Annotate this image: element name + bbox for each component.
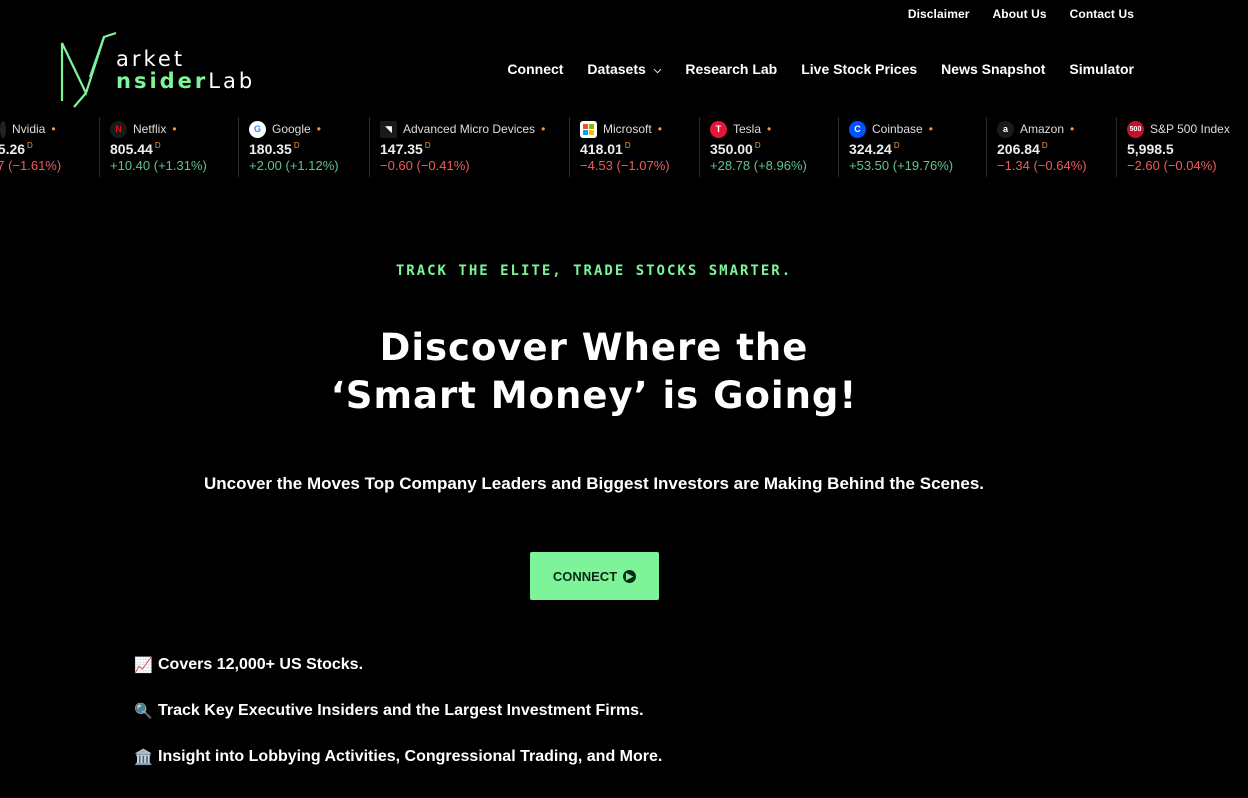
ticker-name: Coinbase (872, 122, 923, 136)
feature-item: 🔍 Track Key Executive Insiders and the L… (134, 701, 662, 721)
ticker-change: −2.60 (−0.04%) (1127, 158, 1217, 173)
ticker-flag: D (27, 141, 33, 151)
contact-us-link[interactable]: Contact Us (1070, 7, 1134, 21)
feature-item: 🏛️ Insight into Lobbying Activities, Con… (134, 747, 662, 767)
ticker-change: −1.34 (−0.64%) (997, 158, 1087, 173)
ticker-item-tesla[interactable]: T Tesla • 350.00 D +28.78 (+8.96%) (699, 117, 807, 177)
connect-cta-label: CONNECT (552, 568, 618, 584)
logo-text-line1: arket (116, 47, 186, 71)
hero-headline: Discover Where the ‘Smart Money’ is Goin… (0, 324, 1188, 420)
ticker-flag: D (1041, 141, 1048, 151)
ticker-change: +53.50 (+19.76%) (849, 158, 954, 173)
nav-datasets[interactable]: Datasets ⌵ (587, 61, 661, 77)
feature-text: Insight into Lobbying Activities, Congre… (158, 748, 663, 765)
ticker-price: 147.35 (380, 141, 423, 157)
ticker-price: 805.44 (110, 141, 153, 157)
chevron-down-icon: ⌵ (653, 64, 662, 76)
feature-list: 📈 Covers 12,000+ US Stocks. 🔍 Track Key … (134, 655, 662, 793)
ticker-price: 206.84 (997, 141, 1040, 157)
nav-live-stock-prices[interactable]: Live Stock Prices (801, 61, 917, 77)
magnifier-icon: 🔍 (134, 703, 153, 720)
ticker-price: 5,998.5 (1127, 141, 1174, 157)
site-logo[interactable]: arket nsiderLab (60, 31, 255, 111)
disclaimer-link[interactable]: Disclaimer (908, 7, 970, 21)
nav-datasets-label: Datasets (587, 61, 646, 77)
ticker-name: Netflix (133, 122, 167, 136)
tesla-icon: T (710, 120, 727, 138)
ticker-change: +28.78 (+8.96%) (710, 158, 807, 173)
ticker-change: −4.53 (−1.07%) (580, 158, 670, 173)
main-nav: Connect Datasets ⌵ Research Lab Live Stoc… (507, 61, 1134, 77)
ticker-item-amazon[interactable]: a Amazon • 206.84 D −1.34 (−0.64%) (986, 117, 1087, 177)
feature-text: Track Key Executive Insiders and the Lar… (158, 702, 644, 719)
nav-research-lab[interactable]: Research Lab (685, 61, 777, 77)
stock-ticker-tape: Nvidia• 45.26D 37 (−1.61%) NNetflix• 805… (0, 117, 1248, 177)
ticker-price: 324.24 (849, 141, 892, 157)
amd-icon: ◥ (380, 120, 397, 138)
coinbase-icon: C (849, 120, 866, 138)
ticker-flag: D (754, 141, 761, 151)
connect-cta-button[interactable]: CONNECT ▶ (530, 552, 659, 600)
hero-headline-line1: Discover Where the (379, 326, 809, 369)
ticker-item-coinbase[interactable]: C Coinbase • 324.24 D +53.50 (+19.76%) (838, 117, 953, 177)
ticker-name: Microsoft (603, 122, 652, 136)
top-utility-bar: Disclaimer About Us Contact Us (908, 7, 1134, 21)
ticker-name: Tesla (733, 122, 762, 136)
ticker-item-google[interactable]: G Google • 180.35 D +2.00 (+1.12%) (238, 117, 339, 177)
ticker-flag: D (293, 141, 300, 151)
hero-headline-line2: ‘Smart Money’ is Going! (330, 374, 858, 417)
logo-mark-icon (60, 31, 117, 108)
netflix-icon: N (110, 120, 127, 138)
ticker-flag: D (893, 141, 900, 151)
ticker-price: 180.35 (249, 141, 292, 157)
ticker-item-amd[interactable]: ◥ Advanced Micro Devices • 147.35 D −0.60 (… (369, 117, 545, 177)
ticker-item-microsoft[interactable]: Microsoft • 418.01 D −4.53 (−1.07%) (569, 117, 670, 177)
ticker-name: Advanced Micro Devices (403, 122, 536, 136)
microsoft-icon (580, 120, 597, 138)
hero-subheadline: Uncover the Moves Top Company Leaders an… (204, 474, 984, 493)
nav-news-snapshot[interactable]: News Snapshot (941, 61, 1045, 77)
ticker-price: 418.01 (580, 141, 623, 157)
hero-eyebrow: TRACK THE ELITE, TRADE STOCKS SMARTER. (395, 263, 793, 279)
ticker-item-nvidia[interactable]: Nvidia• 45.26D 37 (−1.61%) (0, 117, 61, 177)
chart-increasing-icon: 📈 (134, 657, 153, 674)
feature-text: Covers 12,000+ US Stocks. (158, 656, 364, 673)
ticker-flag: D (154, 141, 161, 151)
ticker-price: 350.00 (710, 141, 753, 157)
classical-building-icon: 🏛️ (134, 749, 153, 766)
ticker-change: −0.60 (−0.41%) (380, 158, 470, 173)
google-icon: G (249, 120, 266, 138)
ticker-change: +10.40 (+1.31%) (110, 158, 207, 173)
ticker-name: Amazon (1020, 122, 1065, 136)
ticker-name: Google (272, 122, 311, 136)
ticker-flag: D (424, 141, 431, 151)
nvidia-icon (0, 120, 6, 138)
amazon-icon: a (997, 120, 1014, 138)
ticker-change: 37 (−1.61%) (0, 158, 62, 173)
ticker-item-sp500[interactable]: 500 S&P 500 Index 5,998.5 −2.60 (−0.04%) (1116, 117, 1230, 177)
sp500-icon: 500 (1127, 120, 1144, 138)
logo-text-line2: nsiderLab (116, 69, 256, 93)
ticker-name: Nvidia (12, 122, 46, 136)
about-us-link[interactable]: About Us (993, 7, 1047, 21)
feature-item: 📈 Covers 12,000+ US Stocks. (134, 655, 662, 675)
ticker-price: 45.26 (0, 141, 26, 157)
arrow-right-circle-icon: ▶ (623, 569, 637, 583)
nav-connect[interactable]: Connect (507, 61, 563, 77)
ticker-change: +2.00 (+1.12%) (249, 158, 339, 173)
nav-simulator[interactable]: Simulator (1069, 61, 1134, 77)
ticker-name: S&P 500 Index (1150, 122, 1230, 136)
ticker-item-netflix[interactable]: N Netflix • 805.44 D +10.40 (+1.31%) (99, 117, 207, 177)
ticker-flag: D (624, 141, 631, 151)
